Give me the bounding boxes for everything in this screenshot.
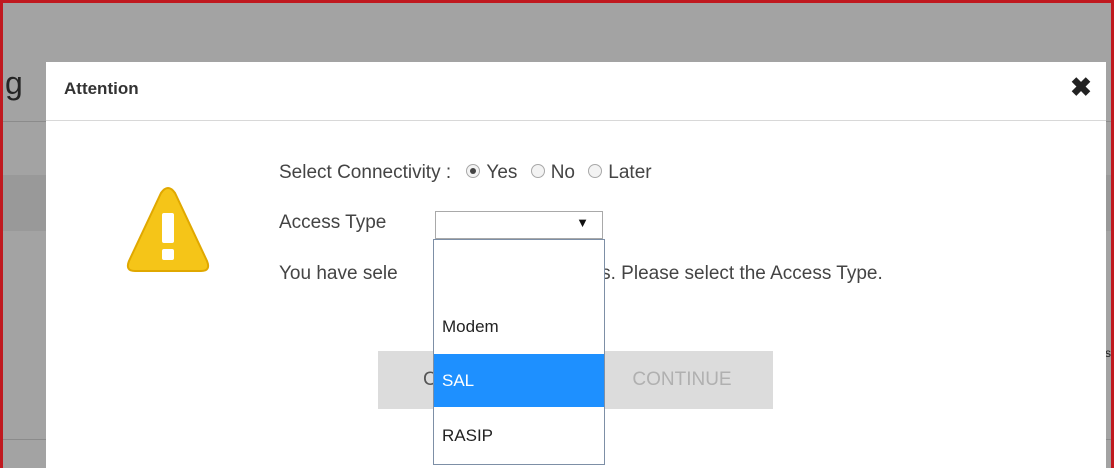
connectivity-label: Select Connectivity : [279, 162, 452, 183]
radio-no[interactable] [530, 163, 545, 178]
radio-later-label: Later [608, 162, 652, 183]
dropdown-option-blank[interactable] [434, 240, 604, 300]
radio-no-label: No [550, 162, 575, 183]
dropdown-option-modem[interactable]: Modem [434, 300, 604, 354]
radio-later[interactable] [588, 163, 603, 178]
access-type-row: Access Type [279, 212, 386, 234]
dropdown-arrow-icon[interactable]: ▼ [576, 215, 589, 230]
screenshot-frame: g s Attention ✖ Select Connectivity : Ye… [0, 0, 1114, 468]
dialog-header: Attention ✖ [46, 62, 1106, 121]
info-message-start: You have sele [279, 263, 398, 284]
continue-button[interactable]: CONTINUE [591, 351, 773, 409]
connectivity-row: Select Connectivity : Yes No Later [279, 162, 656, 184]
close-icon[interactable]: ✖ [1070, 74, 1092, 100]
radio-yes[interactable] [466, 163, 481, 178]
access-type-select[interactable]: ▼ [435, 211, 603, 239]
warning-triangle-icon [126, 187, 210, 272]
dropdown-option-rasip[interactable]: RASIP [434, 407, 604, 465]
radio-yes-label: Yes [486, 162, 518, 183]
dialog-title: Attention [64, 79, 139, 98]
access-type-dropdown-list[interactable]: Modem SAL RASIP [433, 239, 605, 465]
dropdown-option-sal[interactable]: SAL [434, 354, 604, 407]
access-type-label: Access Type [279, 212, 387, 233]
